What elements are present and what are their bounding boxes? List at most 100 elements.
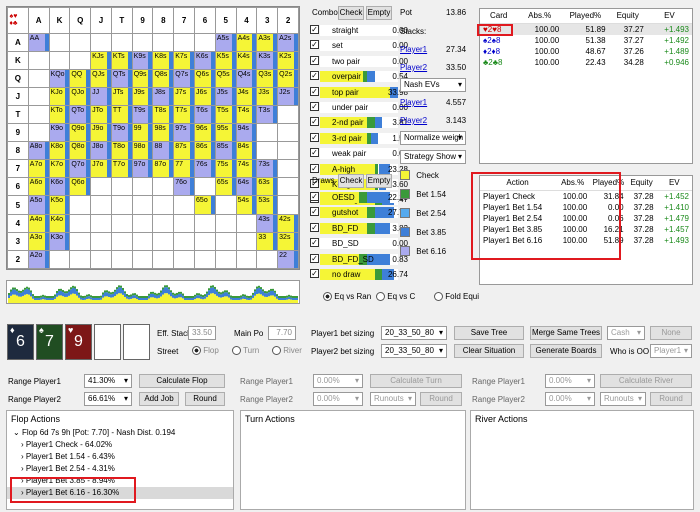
combo-checkbox[interactable]: ✓ <box>310 55 319 65</box>
matrix-cell[interactable]: QJo <box>69 86 92 107</box>
matrix-cell[interactable]: 95s <box>214 123 237 143</box>
matrix-cell[interactable] <box>277 123 299 143</box>
matrix-cell[interactable]: 43s <box>256 213 279 233</box>
matrix-cell[interactable]: QQ <box>69 68 92 88</box>
matrix-cell[interactable]: 84s <box>235 141 258 161</box>
matrix-cell[interactable] <box>27 123 50 143</box>
matrix-cell[interactable]: K8o <box>48 141 71 161</box>
matrix-cell[interactable] <box>110 249 133 270</box>
matrix-cell[interactable]: K6s <box>194 50 216 70</box>
matrix-cell[interactable] <box>214 231 237 251</box>
matrix-cell[interactable] <box>48 50 71 70</box>
matrix-cell[interactable] <box>173 195 196 215</box>
board-card-4-empty[interactable] <box>94 324 121 360</box>
draw-row[interactable]: ✓ BD_SD 0.00 <box>310 238 408 250</box>
turn-range-p2-dropdown[interactable]: 0.00% <box>313 392 363 406</box>
river-range-p2-dropdown[interactable]: 0.00% <box>545 392 595 406</box>
matrix-cell[interactable]: A5s <box>214 32 237 52</box>
matrix-cell[interactable]: QTs <box>110 68 133 88</box>
card-table-header[interactable]: EV <box>646 9 692 24</box>
combo-checkbox[interactable]: ✓ <box>310 25 319 34</box>
combo-row[interactable]: ✓ A-high 23.28 <box>310 163 408 175</box>
combo-row[interactable]: ✓ 2-nd pair 3.81 <box>310 117 408 129</box>
matrix-cell[interactable]: T5s <box>214 105 237 125</box>
matrix-cell[interactable]: 87s <box>173 141 196 161</box>
matrix-cell[interactable]: TT <box>110 105 133 125</box>
matrix-cell[interactable] <box>152 213 175 233</box>
matrix-cell[interactable]: A8o <box>27 141 50 161</box>
matrix-cell[interactable]: 96s <box>194 123 216 143</box>
who-is-oo-dropdown[interactable]: Player1 <box>650 344 692 358</box>
matrix-cell[interactable]: Q9s <box>131 68 154 88</box>
matrix-cell[interactable] <box>194 177 216 197</box>
matrix-cell[interactable] <box>277 177 299 197</box>
matrix-cell[interactable] <box>131 195 154 215</box>
matrix-cell[interactable] <box>110 177 133 197</box>
matrix-cell[interactable]: 98s <box>152 123 175 143</box>
player1-ev-link[interactable]: Player1 <box>400 98 427 107</box>
matrix-cell[interactable]: 76o <box>173 177 196 197</box>
calculate-turn-button[interactable]: Calculate Turn <box>370 374 462 388</box>
save-tree-button[interactable]: Save Tree <box>454 326 524 340</box>
matrix-cell[interactable]: 99 <box>131 123 154 143</box>
matrix-cell[interactable]: Q8o <box>69 141 92 161</box>
matrix-cell[interactable]: 22 <box>277 249 299 270</box>
matrix-cell[interactable]: A4s <box>235 32 258 52</box>
combo-row[interactable]: ✓ under pair 0.00 <box>310 102 408 113</box>
matrix-cell[interactable]: 97s <box>173 123 196 143</box>
board-card-5-empty[interactable] <box>123 324 150 360</box>
chevron-right-icon[interactable]: › <box>21 440 24 449</box>
matrix-cell[interactable] <box>235 231 258 251</box>
matrix-cell[interactable]: 75s <box>214 159 237 179</box>
matrix-cell[interactable] <box>110 32 133 52</box>
draw-row[interactable]: ✓BD_FD3.82 <box>310 222 408 234</box>
none-button[interactable]: None <box>650 326 692 340</box>
radio-icon[interactable] <box>434 292 443 302</box>
matrix-cell[interactable]: J2s <box>277 86 299 107</box>
matrix-cell[interactable] <box>110 231 133 251</box>
matrix-cell[interactable]: K7o <box>48 159 71 179</box>
matrix-cell[interactable]: J9o <box>90 123 112 143</box>
draw-checkbox[interactable]: ✓ <box>310 269 319 278</box>
combo-checkbox[interactable]: ✓ <box>310 163 319 173</box>
matrix-cell[interactable]: J5s <box>214 86 237 107</box>
combo-checkbox[interactable]: ✓ <box>310 71 319 81</box>
matrix-cell[interactable]: K9s <box>131 50 154 70</box>
clear-situation-button[interactable]: Clear Situation <box>454 344 524 358</box>
turn-actions-panel[interactable]: Turn Actions <box>240 410 466 510</box>
matrix-cell[interactable]: KJs <box>90 50 112 70</box>
nash-evs-dropdown[interactable]: Nash EVs <box>400 78 466 92</box>
matrix-cell[interactable]: J9s <box>131 86 154 107</box>
matrix-cell[interactable]: T3s <box>256 105 279 125</box>
matrix-cell[interactable] <box>173 249 196 270</box>
matrix-cell[interactable]: 97o <box>131 159 154 179</box>
p2-sizing-dropdown[interactable]: 20_33_50_80 <box>381 344 447 358</box>
combo-checkbox[interactable]: ✓ <box>310 148 319 158</box>
matrix-cell[interactable]: Q7o <box>69 159 92 179</box>
street-radio[interactable]: Flop <box>192 346 219 356</box>
board-card-2[interactable]: ♠ 7 <box>36 324 63 360</box>
generate-boards-button[interactable]: Generate Boards <box>530 344 602 358</box>
matrix-cell[interactable] <box>90 213 112 233</box>
matrix-cell[interactable] <box>152 249 175 270</box>
draw-row[interactable]: ✓ OESD 22.18 <box>310 192 408 203</box>
matrix-cell[interactable] <box>27 105 50 125</box>
matrix-cell[interactable]: J8o <box>90 141 112 161</box>
matrix-cell[interactable]: J6s <box>194 86 216 107</box>
round-button-river[interactable]: Round <box>650 392 692 406</box>
matrix-cell[interactable] <box>131 213 154 233</box>
matrix-cell[interactable]: Q6s <box>194 68 216 88</box>
player2-link[interactable]: Player2 <box>400 63 427 72</box>
matrix-cell[interactable]: Q6o <box>69 177 92 197</box>
add-job-button[interactable]: Add Job <box>139 392 179 406</box>
matrix-cell[interactable] <box>110 213 133 233</box>
matrix-cell[interactable]: JTo <box>90 105 112 125</box>
flop-action-item[interactable]: › Player1 Check - 64.02% <box>7 439 233 451</box>
draw-row[interactable]: ✓ gutshot 27.73 <box>310 207 408 219</box>
matrix-cell[interactable] <box>152 231 175 251</box>
matrix-cell[interactable] <box>131 249 154 270</box>
matrix-cell[interactable]: T8o <box>110 141 133 161</box>
matrix-cell[interactable]: 76s <box>194 159 216 179</box>
matrix-cell[interactable]: KJo <box>48 86 71 107</box>
matrix-cell[interactable] <box>152 32 175 52</box>
